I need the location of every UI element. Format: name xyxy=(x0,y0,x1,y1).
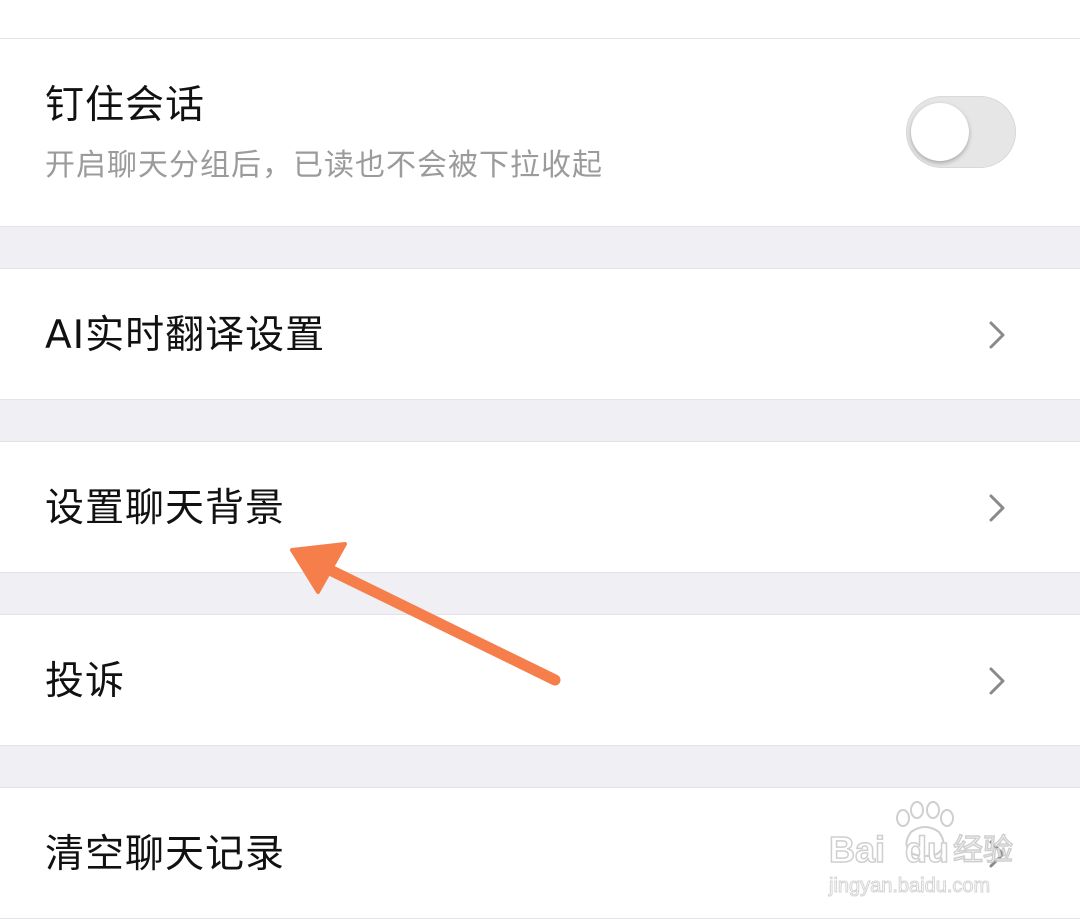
chevron-right-icon xyxy=(989,494,1005,522)
watermark-brand-du: du xyxy=(905,829,949,870)
watermark-url: jingyan.baidu.com xyxy=(828,875,990,897)
watermark-brand: Bai xyxy=(829,829,885,870)
toggle-knob xyxy=(911,103,969,161)
translate-label: AI实时翻译设置 xyxy=(45,313,326,358)
watermark-brand-cn: 经验 xyxy=(953,833,1013,868)
menu-item-chat-background[interactable]: 设置聊天背景 xyxy=(0,441,1080,573)
pin-chat-title: 钉住会话 xyxy=(45,83,206,128)
baidu-jingyan-watermark: Bai du 经验 jingyan.baidu.com xyxy=(828,801,1014,898)
chevron-right-icon xyxy=(989,667,1005,695)
menu-item-complain[interactable]: 投诉 xyxy=(0,614,1080,746)
pin-chat-toggle[interactable] xyxy=(906,96,1016,168)
pin-chat-subtitle: 开启聊天分组后，已读也不会被下拉收起 xyxy=(45,148,603,183)
chevron-right-icon xyxy=(989,321,1005,349)
complain-label: 投诉 xyxy=(45,659,126,704)
top-partial-section xyxy=(0,0,1080,39)
clear-history-label: 清空聊天记录 xyxy=(45,832,286,877)
chat-background-label: 设置聊天背景 xyxy=(45,486,286,531)
menu-item-translate[interactable]: AI实时翻译设置 xyxy=(0,268,1080,400)
